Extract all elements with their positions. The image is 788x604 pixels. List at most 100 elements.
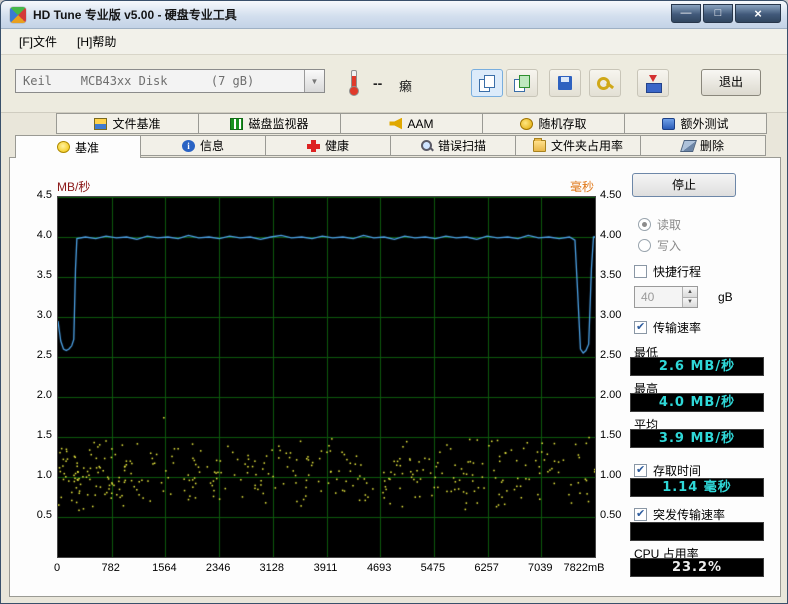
read-radio-circle <box>638 218 651 231</box>
temperature-unit: 癞 <box>399 79 413 94</box>
capture-button[interactable] <box>637 69 669 97</box>
write-radio-label: 写入 <box>657 239 682 253</box>
copy-icon <box>478 75 496 92</box>
close-button[interactable]: × <box>735 4 781 23</box>
tab-erase-label: 删除 <box>699 139 724 153</box>
y-left-tick-label: 2.0 <box>36 389 52 401</box>
tab-row-bottom: 基准 信息 健康 错误扫描 文件夹占用率 删除 <box>15 135 766 158</box>
app-icon <box>10 6 26 23</box>
spinner-buttons: ▲ ▼ <box>682 287 697 307</box>
spinner-down-icon[interactable]: ▼ <box>683 297 697 307</box>
transfer-rate-checkbox[interactable]: 传输速率 <box>634 319 701 336</box>
y-left-tick-label: 1.0 <box>36 469 52 481</box>
tab-folder-usage[interactable]: 文件夹占用率 <box>515 135 641 156</box>
avg-value-box: 3.9 MB/秒 <box>630 429 764 448</box>
toolbar: Keil MCB43xx Disk (7 gB) ▼ -- 癞 退出 <box>1 55 787 113</box>
options-button[interactable] <box>589 69 621 97</box>
tab-disk-monitor[interactable]: 磁盘监视器 <box>198 113 341 134</box>
x-tick-label: 6257 <box>474 562 499 574</box>
tab-benchmark-label: 基准 <box>74 140 99 155</box>
y-right-tick-label: 4.00 <box>600 229 622 241</box>
stop-button[interactable]: 停止 <box>632 173 736 197</box>
window-controls: — □ × <box>669 1 781 28</box>
maximize-button[interactable]: □ <box>703 4 733 23</box>
chevron-down-icon[interactable]: ▼ <box>304 70 324 92</box>
info-icon <box>181 139 195 152</box>
random-access-icon <box>520 117 534 130</box>
x-tick-label: 7822mB <box>563 562 605 574</box>
transfer-rate-label: 传输速率 <box>653 321 702 335</box>
short-stroke-checkbox[interactable]: 快捷行程 <box>634 263 701 280</box>
y-right-tick-label: 2.50 <box>600 349 622 361</box>
window-title: HD Tune 专业版 v5.00 - 硬盘专业工具 <box>33 8 237 22</box>
tab-health-label: 健康 <box>324 139 349 153</box>
tab-extra-tests[interactable]: 额外测试 <box>624 113 767 134</box>
save-screenshot-button[interactable] <box>549 69 581 97</box>
file-benchmark-icon <box>94 117 108 130</box>
menu-help[interactable]: [H]帮助 <box>67 29 126 54</box>
copy-image-button[interactable] <box>506 69 538 97</box>
write-radio-circle <box>638 239 651 252</box>
spinner-up-icon[interactable]: ▲ <box>683 287 697 298</box>
eraser-icon <box>680 139 697 152</box>
tab-folder-usage-label: 文件夹占用率 <box>550 139 623 153</box>
y-right-tick-label: 2.00 <box>600 389 622 401</box>
minimize-button[interactable]: — <box>671 4 701 23</box>
tab-extra-tests-label: 额外测试 <box>680 117 729 131</box>
tab-info[interactable]: 信息 <box>140 135 266 156</box>
y-axis-right-title: 毫秒 <box>569 180 594 194</box>
tab-strip: 文件基准 磁盘监视器 AAM 随机存取 额外测试 基准 信息 健康 错误扫描 文… <box>1 113 787 158</box>
tab-row-top: 文件基准 磁盘监视器 AAM 随机存取 额外测试 <box>56 113 767 134</box>
access-time-value-box: 1.14 毫秒 <box>630 478 764 497</box>
app-window: HD Tune 专业版 v5.00 - 硬盘专业工具 — □ × [F]文件 [… <box>0 0 788 604</box>
tab-health[interactable]: 健康 <box>265 135 391 156</box>
x-tick-label: 2346 <box>205 562 231 574</box>
min-value-box: 2.6 MB/秒 <box>630 357 764 376</box>
x-tick-label: 3128 <box>259 562 285 574</box>
short-stroke-checkbox-box <box>634 265 647 278</box>
copy-to-clipboard-button[interactable] <box>471 69 503 97</box>
drive-select-dropdown[interactable]: Keil MCB43xx Disk (7 gB) ▼ <box>15 69 325 93</box>
tab-aam[interactable]: AAM <box>340 113 483 134</box>
y-right-tick-label: 4.50 <box>600 189 622 201</box>
menu-file[interactable]: [F]文件 <box>9 29 67 54</box>
tab-disk-monitor-label: 磁盘监视器 <box>248 117 309 131</box>
access-time-checkbox-box <box>634 463 647 477</box>
tab-info-label: 信息 <box>199 139 224 153</box>
tab-random-access[interactable]: 随机存取 <box>482 113 625 134</box>
y-right-tick-label: 0.50 <box>600 509 622 521</box>
short-stroke-spinner[interactable]: 40 ▲ ▼ <box>634 286 698 308</box>
benchmark-page: MB/秒 毫秒 4.5 4.0 3.5 3.0 2.5 2.0 1.5 1.0 0.5 4.50… <box>9 157 781 597</box>
y-right-tick-label: 3.00 <box>600 309 622 321</box>
title-bar: HD Tune 专业版 v5.00 - 硬盘专业工具 — □ × <box>1 1 787 29</box>
access-time-checkbox[interactable]: 存取时间 <box>634 462 701 479</box>
y-left-tick-label: 0.5 <box>36 509 52 521</box>
tab-error-scan[interactable]: 错误扫描 <box>390 135 516 156</box>
temperature-value: -- <box>373 75 383 91</box>
x-tick-label: 3911 <box>313 562 338 574</box>
benchmark-icon <box>56 141 70 153</box>
x-tick-label: 7039 <box>528 562 553 574</box>
tab-file-benchmark[interactable]: 文件基准 <box>56 113 199 134</box>
y-right-tick-label: 1.50 <box>600 429 622 441</box>
tab-benchmark[interactable]: 基准 <box>15 135 141 158</box>
x-tick-label: 0 <box>53 562 61 574</box>
burst-rate-value-box <box>630 522 764 541</box>
extra-tests-icon <box>662 117 676 130</box>
burst-rate-checkbox[interactable]: 突发传输速率 <box>634 506 725 523</box>
y-axis-left-title: MB/秒 <box>57 180 91 194</box>
x-tick-label: 4693 <box>366 562 392 574</box>
tab-erase[interactable]: 删除 <box>640 135 766 156</box>
write-radio[interactable]: 写入 <box>638 237 681 254</box>
save-icon <box>556 75 574 91</box>
key-icon <box>596 75 614 91</box>
read-radio-label: 读取 <box>657 218 682 232</box>
x-tick-label: 782 <box>101 562 120 574</box>
access-time-label: 存取时间 <box>653 464 702 478</box>
exit-button[interactable]: 退出 <box>701 69 761 96</box>
burst-rate-label: 突发传输速率 <box>653 508 726 522</box>
read-radio[interactable]: 读取 <box>638 216 681 233</box>
tab-file-benchmark-label: 文件基准 <box>112 117 161 131</box>
max-value-box: 4.0 MB/秒 <box>630 393 764 412</box>
y-right-tick-label: 1.00 <box>600 469 622 481</box>
